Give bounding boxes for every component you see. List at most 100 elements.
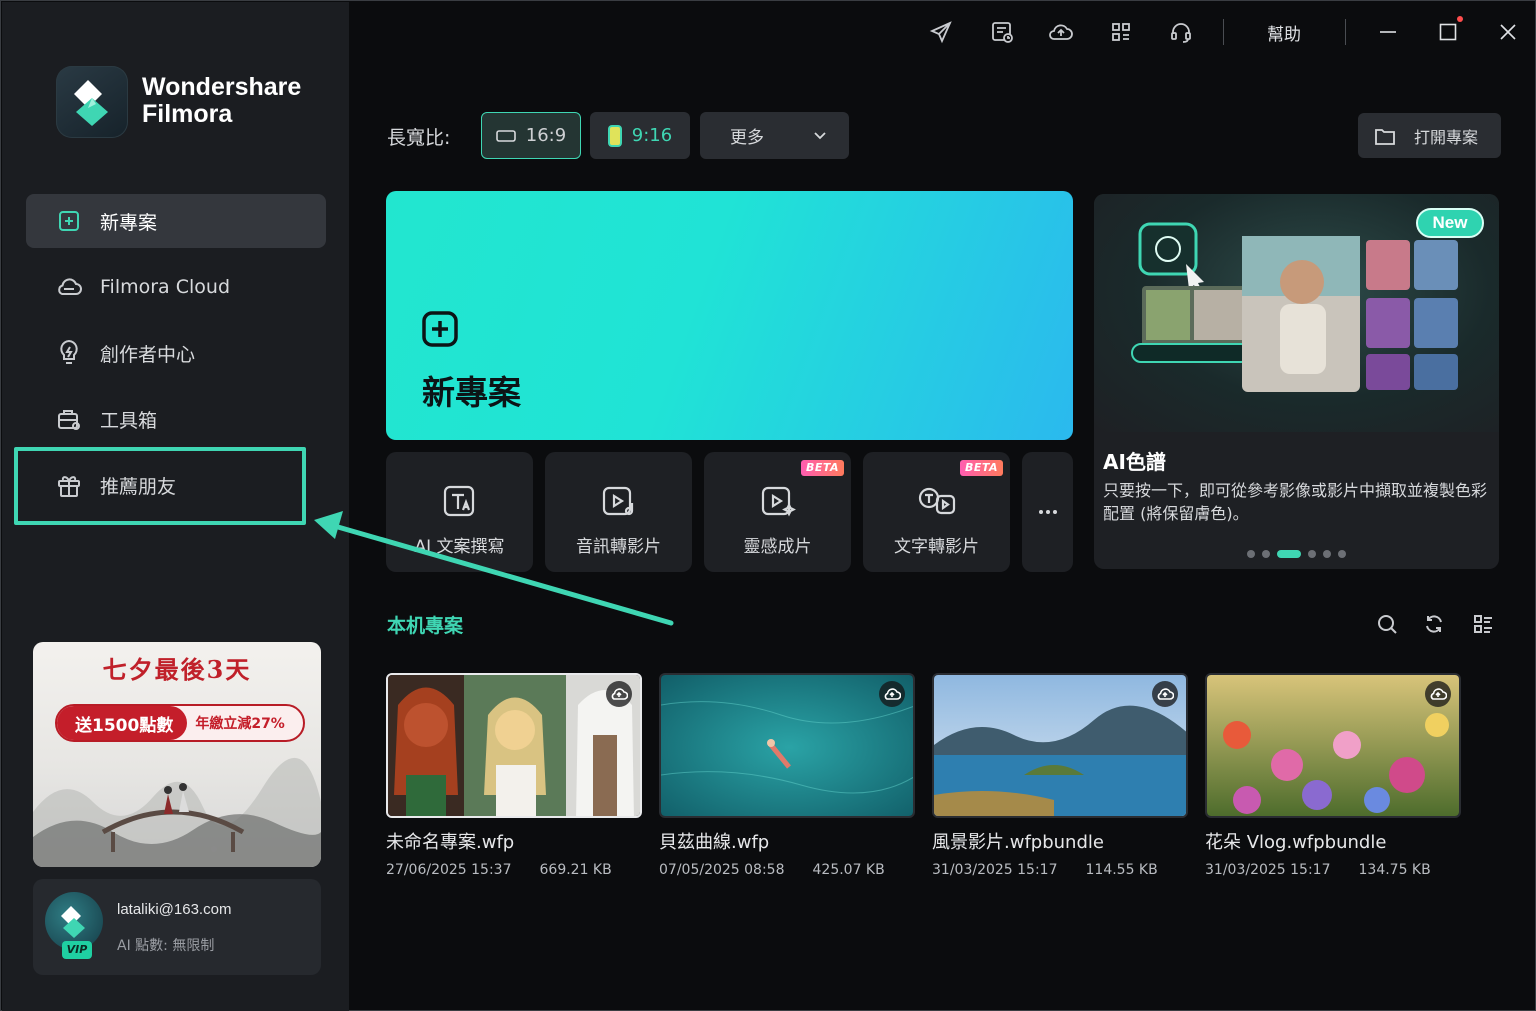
toolbox-icon — [54, 404, 84, 434]
refresh-icon[interactable] — [1422, 612, 1446, 636]
more-ratios-dropdown[interactable]: 更多 — [700, 112, 849, 159]
project-meta: 31/03/2025 15:17 114.55 KB — [932, 862, 1188, 878]
tool-label: 靈感成片 — [743, 537, 812, 557]
notification-dot — [1457, 16, 1463, 22]
more-tools-button[interactable] — [1022, 452, 1073, 572]
minimize-button[interactable] — [1373, 17, 1403, 47]
sidebar: Wondershare Filmora 新專案 Filmora Cloud 創作… — [2, 2, 349, 1011]
promo-landscape-illustration — [33, 757, 321, 867]
promo-offer-points: 送1500點數 — [57, 706, 188, 740]
cloud-upload-icon[interactable] — [879, 681, 905, 707]
project-card[interactable]: 未命名專案.wfp 27/06/2025 15:37 669.21 KB — [386, 673, 642, 878]
project-thumbnail[interactable] — [1205, 673, 1461, 818]
titlebar-divider — [1223, 19, 1224, 45]
tool-idea-to-video[interactable]: BETA 靈感成片 — [704, 452, 851, 572]
lightbulb-icon — [54, 338, 84, 368]
brand-line1: Wondershare — [142, 73, 302, 101]
account-email: lataliki@163.com — [117, 901, 232, 918]
list-view-icon[interactable] — [1471, 612, 1495, 636]
ratio-16-9-button[interactable]: 16:9 — [481, 112, 581, 159]
tool-ai-copywriting[interactable]: AI 文案撰寫 — [386, 452, 533, 572]
new-project-icon — [54, 206, 84, 236]
feature-title: AI色譜 — [1103, 450, 1166, 474]
promo-offer: 送1500點數 年繳立減27% — [55, 704, 305, 742]
idea-to-video-icon — [758, 482, 798, 522]
cloud-upload-icon[interactable] — [1425, 681, 1451, 707]
app-window: Wondershare Filmora 新專案 Filmora Cloud 創作… — [0, 0, 1536, 1011]
account-card[interactable]: VIP lataliki@163.com AI 點數: 無限制 — [33, 879, 321, 975]
cloud-upload-icon[interactable] — [606, 681, 632, 707]
beta-badge: BETA — [800, 460, 844, 476]
vip-badge: VIP — [62, 941, 92, 959]
project-name: 未命名專案.wfp — [386, 832, 515, 853]
cloud-sync-icon[interactable] — [1048, 19, 1074, 45]
thumbnail-image — [1207, 675, 1459, 816]
carousel-dot[interactable] — [1338, 550, 1346, 558]
headset-icon[interactable] — [1168, 19, 1194, 45]
promo-offer-discount: 年繳立減27% — [195, 716, 285, 732]
beta-badge: BETA — [959, 460, 1003, 476]
project-meta: 31/03/2025 15:17 134.75 KB — [1205, 862, 1461, 878]
promo-title: 七夕最後3天 — [102, 655, 252, 684]
promo-page-dot[interactable] — [211, 846, 217, 852]
apps-grid-icon[interactable] — [1108, 19, 1134, 45]
portrait-ratio-icon — [607, 124, 622, 147]
tool-label: 文字轉影片 — [894, 537, 979, 557]
project-date: 31/03/2025 15:17 — [932, 862, 1058, 878]
minimize-icon — [1380, 31, 1396, 33]
project-meta: 27/06/2025 15:37 669.21 KB — [386, 862, 642, 878]
brand-name: Wondershare Filmora — [142, 74, 301, 128]
ratio-9-16-button[interactable]: 9:16 — [590, 112, 690, 159]
sidebar-item-toolbox[interactable]: 工具箱 — [26, 392, 326, 446]
project-card[interactable]: 貝茲曲線.wfp 07/05/2025 08:58 425.07 KB — [659, 673, 915, 878]
search-icon[interactable] — [1375, 612, 1399, 636]
ai-points-status: AI 點數: 無限制 — [117, 938, 215, 954]
carousel-dot[interactable] — [1247, 550, 1255, 558]
send-icon[interactable] — [928, 19, 954, 45]
project-card[interactable]: 風景影片.wfpbundle 31/03/2025 15:17 114.55 K… — [932, 673, 1188, 878]
thumbnail-image — [388, 675, 640, 816]
sidebar-item-filmora-cloud[interactable]: Filmora Cloud — [26, 260, 326, 314]
titlebar-divider — [1345, 19, 1346, 45]
project-thumbnail[interactable] — [659, 673, 915, 818]
close-icon — [1500, 24, 1516, 40]
ratio-value: 9:16 — [631, 125, 673, 146]
feature-carousel-card[interactable]: New AI色譜 只要按一下，即可從參考影像或影片中擷取並複製色彩配置 (將保留… — [1094, 194, 1499, 569]
feedback-icon[interactable] — [989, 19, 1015, 45]
carousel-dot[interactable] — [1262, 550, 1270, 558]
chevron-down-icon — [814, 132, 826, 140]
text-to-video-icon — [917, 482, 957, 522]
project-card[interactable]: 花朵 Vlog.wfpbundle 31/03/2025 15:17 134.7… — [1205, 673, 1461, 878]
ratio-value: 16:9 — [525, 125, 567, 146]
close-button[interactable] — [1493, 17, 1523, 47]
cloud-upload-icon[interactable] — [1152, 681, 1178, 707]
project-thumbnail[interactable] — [386, 673, 642, 818]
project-name: 花朵 Vlog.wfpbundle — [1205, 832, 1387, 853]
ai-text-icon — [440, 482, 480, 522]
promo-banner[interactable]: 七夕最後3天 送1500點數 年繳立減27% — [33, 642, 321, 867]
tool-text-to-video[interactable]: BETA 文字轉影片 — [863, 452, 1010, 572]
more-ratios-label: 更多 — [730, 128, 764, 148]
feature-description: 只要按一下，即可從參考影像或影片中擷取並複製色彩配置 (將保留膚色)。 — [1103, 481, 1488, 523]
carousel-dot[interactable] — [1308, 550, 1316, 558]
carousel-pagination — [1247, 550, 1346, 558]
sidebar-item-creator-center[interactable]: 創作者中心 — [26, 326, 326, 380]
project-date: 31/03/2025 15:17 — [1205, 862, 1331, 878]
project-size: 134.75 KB — [1358, 862, 1431, 878]
sidebar-item-label: Filmora Cloud — [100, 276, 231, 298]
carousel-dot-active[interactable] — [1277, 550, 1301, 558]
help-menu[interactable]: 幫助 — [1267, 20, 1301, 45]
project-thumbnail[interactable] — [932, 673, 1188, 818]
tool-audio-to-video[interactable]: 音訊轉影片 — [545, 452, 692, 572]
project-size: 114.55 KB — [1085, 862, 1158, 878]
filmora-logo — [56, 66, 128, 138]
aspect-ratio-label: 長寬比: — [387, 127, 451, 149]
tool-label: 音訊轉影片 — [576, 537, 661, 557]
carousel-dot[interactable] — [1323, 550, 1331, 558]
sidebar-item-label: 工具箱 — [100, 409, 158, 432]
open-project-button[interactable]: 打開專案 — [1358, 113, 1501, 158]
new-project-hero-card[interactable]: 新專案 — [386, 191, 1073, 440]
new-badge: New — [1416, 208, 1484, 238]
project-meta: 07/05/2025 08:58 425.07 KB — [659, 862, 915, 878]
sidebar-item-new-project[interactable]: 新專案 — [26, 194, 326, 248]
